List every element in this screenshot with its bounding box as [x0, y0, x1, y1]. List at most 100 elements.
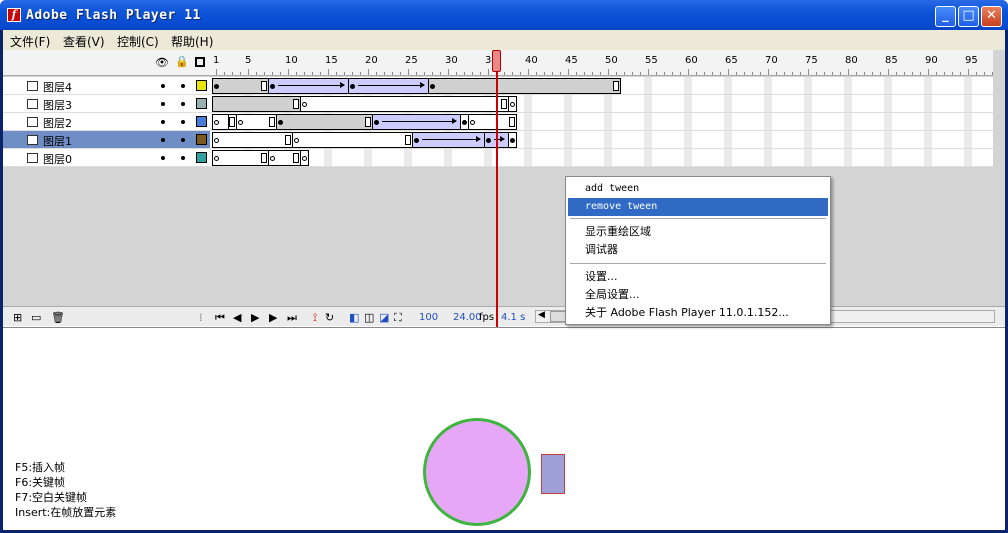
trash-icon[interactable]: 🗑 [51, 311, 65, 324]
ctx-remove-tween[interactable]: remove tween [568, 198, 828, 216]
layer-color-swatch[interactable] [196, 98, 207, 109]
step-forward-icon[interactable]: ▶ [269, 311, 277, 324]
circle-shape[interactable] [423, 418, 531, 526]
layer-frames[interactable] [210, 149, 993, 167]
first-frame-icon[interactable]: ⏮ [215, 311, 225, 325]
frame-ruler[interactable]: 15101520253035404550556065707580859095 [210, 50, 993, 76]
rectangle-shape[interactable] [541, 454, 565, 494]
keyframe[interactable] [374, 120, 379, 125]
motion-tween-span[interactable] [372, 114, 461, 130]
maximize-button[interactable]: □ [958, 6, 979, 27]
ctx-show-redraw[interactable]: 显示重绘区域 [568, 223, 828, 241]
visibility-dot[interactable] [161, 156, 165, 160]
visibility-dot[interactable] [161, 138, 165, 142]
blank-keyframe[interactable] [270, 156, 275, 161]
keyframe[interactable] [462, 120, 467, 125]
minimize-button[interactable]: _ [935, 6, 956, 27]
menu-help[interactable]: 帮助(H) [171, 33, 213, 50]
frame-span[interactable] [212, 132, 293, 148]
layer-row[interactable]: 图层2 [3, 113, 210, 131]
menu-view[interactable]: 查看(V) [63, 33, 105, 50]
edit-multiple-icon[interactable]: ◪ [379, 311, 389, 324]
ruler-tick [656, 72, 657, 75]
motion-tween-span[interactable] [268, 78, 349, 94]
keyframe[interactable] [350, 84, 355, 89]
blank-keyframe[interactable] [302, 102, 307, 107]
visibility-dot[interactable] [161, 84, 165, 88]
keyframe[interactable] [278, 120, 283, 125]
close-button[interactable]: ✕ [981, 6, 1002, 27]
step-back-icon[interactable]: ◀ [233, 311, 241, 324]
frame-span[interactable] [292, 132, 413, 148]
folder-icon[interactable]: ▭ [31, 311, 41, 324]
ctx-add-tween[interactable]: add tween [568, 180, 828, 198]
ctx-global-settings[interactable]: 全局设置... [568, 286, 828, 304]
lock-dot[interactable] [181, 84, 185, 88]
layer-color-swatch[interactable] [196, 80, 207, 91]
frame-span[interactable] [300, 96, 509, 112]
layer-frames[interactable] [210, 77, 993, 95]
lock-dot[interactable] [181, 156, 185, 160]
keyframe[interactable] [214, 84, 219, 89]
blank-keyframe[interactable] [238, 120, 243, 125]
lock-icon[interactable]: 🔒 [175, 55, 189, 68]
blank-keyframe[interactable] [302, 156, 307, 161]
visibility-dot[interactable] [161, 102, 165, 106]
play-icon[interactable]: ▶ [251, 311, 259, 324]
menu-control[interactable]: 控制(C) [117, 33, 159, 50]
eye-icon[interactable]: 👁 [155, 56, 169, 69]
playhead[interactable] [492, 50, 501, 72]
lock-dot[interactable] [181, 120, 185, 124]
motion-tween-span[interactable] [412, 132, 485, 148]
center-frame-icon[interactable]: ⟟ [313, 311, 317, 325]
keyframe[interactable] [414, 138, 419, 143]
outline-icon[interactable] [195, 57, 205, 67]
new-layer-icon[interactable]: ⊞ [13, 311, 22, 324]
keyframe[interactable] [486, 138, 491, 143]
ruler-label: 65 [725, 55, 738, 66]
frame-span[interactable] [428, 78, 621, 94]
frame-span[interactable] [276, 114, 373, 130]
motion-tween-span[interactable] [348, 78, 429, 94]
blank-keyframe[interactable] [214, 138, 219, 143]
end-frame-marker [293, 99, 299, 109]
keyframe[interactable] [270, 84, 275, 89]
onion-skin-icon[interactable]: ◧ [349, 311, 359, 324]
frame-stripe [564, 113, 572, 130]
onion-markers-icon[interactable]: ⛶ [394, 311, 402, 325]
blank-keyframe[interactable] [214, 120, 219, 125]
lock-dot[interactable] [181, 102, 185, 106]
layer-row[interactable]: 图层4 [3, 77, 210, 95]
layer-row[interactable]: 图层0 [3, 149, 210, 167]
blank-keyframe[interactable] [510, 102, 515, 107]
zoom-value[interactable]: 100 [419, 312, 438, 323]
keyframe[interactable] [510, 138, 515, 143]
blank-keyframe[interactable] [294, 138, 299, 143]
ctx-settings[interactable]: 设置... [568, 268, 828, 286]
layer-row[interactable]: 图层1 [3, 131, 210, 149]
menu-file[interactable]: 文件(F) [10, 33, 50, 50]
layer-color-swatch[interactable] [196, 152, 207, 163]
layer-color-swatch[interactable] [196, 134, 207, 145]
layer-frames[interactable] [210, 113, 993, 131]
last-frame-icon[interactable]: ⏭ [287, 311, 297, 325]
layer-row[interactable]: 图层3 [3, 95, 210, 113]
layer-frames[interactable] [210, 131, 993, 149]
scroll-left-icon[interactable]: ◀ [538, 310, 545, 320]
title-bar[interactable]: f Adobe Flash Player 11 _ □ ✕ [0, 0, 1008, 30]
blank-keyframe[interactable] [470, 120, 475, 125]
layer-color-swatch[interactable] [196, 116, 207, 127]
layer-frames[interactable] [210, 95, 993, 113]
visibility-dot[interactable] [161, 120, 165, 124]
frame-span[interactable] [212, 96, 301, 112]
loop-icon[interactable]: ↻ [325, 311, 334, 324]
onion-outline-icon[interactable]: ◫ [364, 311, 374, 324]
keyframe[interactable] [430, 84, 435, 89]
fps-value[interactable]: 24.00 [453, 312, 482, 323]
lock-dot[interactable] [181, 138, 185, 142]
ruler-tick [424, 72, 425, 75]
end-frame-marker [509, 117, 515, 127]
ctx-debugger[interactable]: 调试器 [568, 241, 828, 259]
blank-keyframe[interactable] [214, 156, 219, 161]
ctx-about[interactable]: 关于 Adobe Flash Player 11.0.1.152... [568, 304, 828, 322]
